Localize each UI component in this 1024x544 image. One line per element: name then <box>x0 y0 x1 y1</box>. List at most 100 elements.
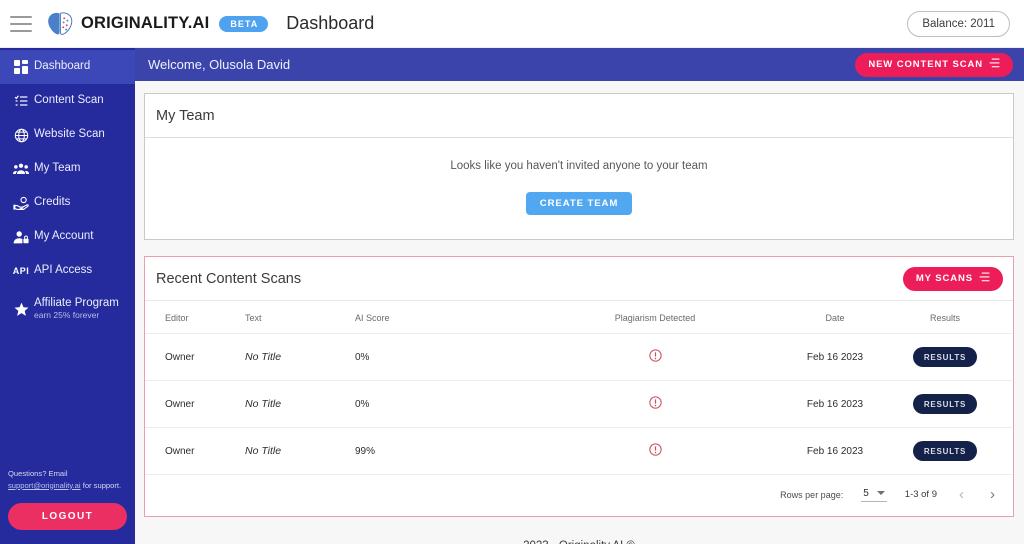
content-area: My Team Looks like you haven't invited a… <box>135 81 1024 544</box>
recent-content-scans-card: Recent Content Scans MY SCANS Editor Tex… <box>144 256 1014 517</box>
new-content-scan-label: NEW CONTENT SCAN <box>868 59 983 70</box>
welcome-bar: Welcome, Olusola David NEW CONTENT SCAN <box>135 48 1024 81</box>
alert-circle-icon <box>648 396 662 412</box>
cell-results: RESULTS <box>895 427 1013 474</box>
cell-plagiarism <box>535 333 775 381</box>
sidebar-item-credits[interactable]: Credits <box>0 186 135 220</box>
cell-text: No Title <box>245 333 355 381</box>
my-team-title: My Team <box>156 107 215 124</box>
column-header-results: Results <box>929 313 960 323</box>
chevron-down-icon <box>876 491 885 495</box>
recent-scans-header: Recent Content Scans MY SCANS <box>145 257 1013 301</box>
my-scans-button[interactable]: MY SCANS <box>902 266 1003 291</box>
list-check-icon <box>8 94 34 108</box>
cell-results: RESULTS <box>895 333 1013 381</box>
sidebar-item-affiliate-program[interactable]: Affiliate Program earn 25% forever <box>0 288 135 330</box>
logout-button[interactable]: LOGOUT <box>8 503 127 530</box>
new-content-scan-button[interactable]: NEW CONTENT SCAN <box>855 52 1013 77</box>
my-team-card-header: My Team <box>145 94 1013 138</box>
table-row: Owner No Title 0% Feb 16 2023 RESULTS <box>145 380 1013 428</box>
brain-logo-icon <box>46 11 74 37</box>
sidebar-item-label: API Access <box>34 264 93 277</box>
alert-circle-icon <box>648 349 662 365</box>
help-prefix: Questions? Email <box>8 469 68 479</box>
sidebar-item-label: Credits <box>34 196 71 209</box>
sidebar: Dashboard Content Scan Website Scan My T… <box>0 48 135 544</box>
hand-coin-icon <box>8 196 34 211</box>
sidebar-item-label: Content Scan <box>34 94 104 107</box>
my-team-card: My Team Looks like you haven't invited a… <box>144 93 1014 240</box>
list-icon <box>989 58 1000 71</box>
rows-per-page-label: Rows per page: <box>780 489 844 500</box>
affiliate-subtitle: earn 25% forever <box>34 310 100 321</box>
recent-scans-table: Editor Text AI Score Plagiarism Detected… <box>145 301 1013 474</box>
page-title: Dashboard <box>286 13 375 33</box>
rows-per-page-value: 5 <box>863 487 869 499</box>
globe-icon <box>8 128 34 143</box>
beta-badge: BETA <box>219 15 269 32</box>
main-content: Welcome, Olusola David NEW CONTENT SCAN … <box>135 48 1024 544</box>
cell-text: No Title <box>245 427 355 474</box>
support-email-link[interactable]: support@originality.ai <box>8 481 81 490</box>
column-header-plagiarism: Plagiarism Detected <box>614 313 696 323</box>
help-suffix: for support. <box>82 480 122 490</box>
cell-ai-score: 0% <box>355 333 535 381</box>
recent-scans-title: Recent Content Scans <box>156 270 302 287</box>
person-lock-icon <box>8 230 34 245</box>
chevron-left-icon[interactable]: ‹ <box>955 487 968 502</box>
column-header-text: Text <box>245 313 262 323</box>
sidebar-item-dashboard[interactable]: Dashboard <box>0 50 135 84</box>
hamburger-icon[interactable] <box>10 15 32 32</box>
sidebar-item-label: My Team <box>34 162 81 175</box>
sidebar-item-label: My Account <box>34 230 94 243</box>
table-header: Editor Text AI Score Plagiarism Detected… <box>145 301 1013 334</box>
welcome-greeting: Welcome, Olusola David <box>148 57 291 72</box>
footer-copyright: 2023 - Originality.AI © <box>144 533 1014 544</box>
sidebar-item-label: Affiliate Program earn 25% forever <box>34 297 119 321</box>
sidebar-item-website-scan[interactable]: Website Scan <box>0 118 135 152</box>
list-icon <box>979 272 990 285</box>
brand-name: ORIGINALITY.AI <box>81 14 210 32</box>
sidebar-item-api-access[interactable]: API API Access <box>0 254 135 288</box>
grid-icon <box>8 60 34 74</box>
cell-date: Feb 16 2023 <box>775 380 895 428</box>
column-header-ai-score: AI Score <box>355 313 390 323</box>
my-team-empty-message: Looks like you haven't invited anyone to… <box>450 160 708 172</box>
results-button[interactable]: RESULTS <box>912 347 978 367</box>
cell-plagiarism <box>535 427 775 474</box>
pagination-range: 1-3 of 9 <box>904 489 937 500</box>
affiliate-title: Affiliate Program <box>34 297 119 309</box>
cell-editor: Owner <box>145 380 245 428</box>
cell-plagiarism <box>535 380 775 428</box>
sidebar-item-content-scan[interactable]: Content Scan <box>0 84 135 118</box>
cell-date: Feb 16 2023 <box>775 333 895 381</box>
cell-results: RESULTS <box>895 380 1013 428</box>
column-header-date: Date <box>825 313 845 323</box>
brand-logo[interactable]: ORIGINALITY.AI <box>46 11 209 37</box>
balance-pill[interactable]: Balance: 2011 <box>907 10 1010 37</box>
chevron-right-icon[interactable]: › <box>986 487 999 502</box>
support-help-text: Questions? Email support@originality.ai … <box>8 468 127 491</box>
create-team-button[interactable]: CREATE TEAM <box>525 192 633 215</box>
alert-circle-icon <box>648 443 662 459</box>
table-header-row: Editor Text AI Score Plagiarism Detected… <box>145 301 1013 334</box>
rows-per-page-select[interactable]: 5 <box>861 488 887 502</box>
table-pagination: Rows per page: 5 1-3 of 9 ‹ › <box>145 474 1013 516</box>
sidebar-item-my-account[interactable]: My Account <box>0 220 135 254</box>
results-button[interactable]: RESULTS <box>912 441 978 461</box>
cell-date: Feb 16 2023 <box>775 427 895 474</box>
results-button[interactable]: RESULTS <box>912 394 978 414</box>
top-bar: ORIGINALITY.AI BETA Dashboard Balance: 2… <box>0 0 1024 48</box>
column-header-editor: Editor <box>165 313 189 323</box>
cell-text: No Title <box>245 380 355 428</box>
cell-ai-score: 0% <box>355 380 535 428</box>
api-text-icon: API <box>12 266 30 276</box>
table-row: Owner No Title 99% Feb 16 2023 RESULTS <box>145 427 1013 474</box>
sidebar-item-label: Dashboard <box>34 60 91 73</box>
sidebar-item-my-team[interactable]: My Team <box>0 152 135 186</box>
table-row: Owner No Title 0% Feb 16 2023 RESULTS <box>145 333 1013 381</box>
sidebar-item-label: Website Scan <box>34 128 105 141</box>
my-scans-label: MY SCANS <box>915 273 973 284</box>
dashboard-page: ORIGINALITY.AI BETA Dashboard Balance: 2… <box>0 0 1024 544</box>
cell-editor: Owner <box>145 427 245 474</box>
